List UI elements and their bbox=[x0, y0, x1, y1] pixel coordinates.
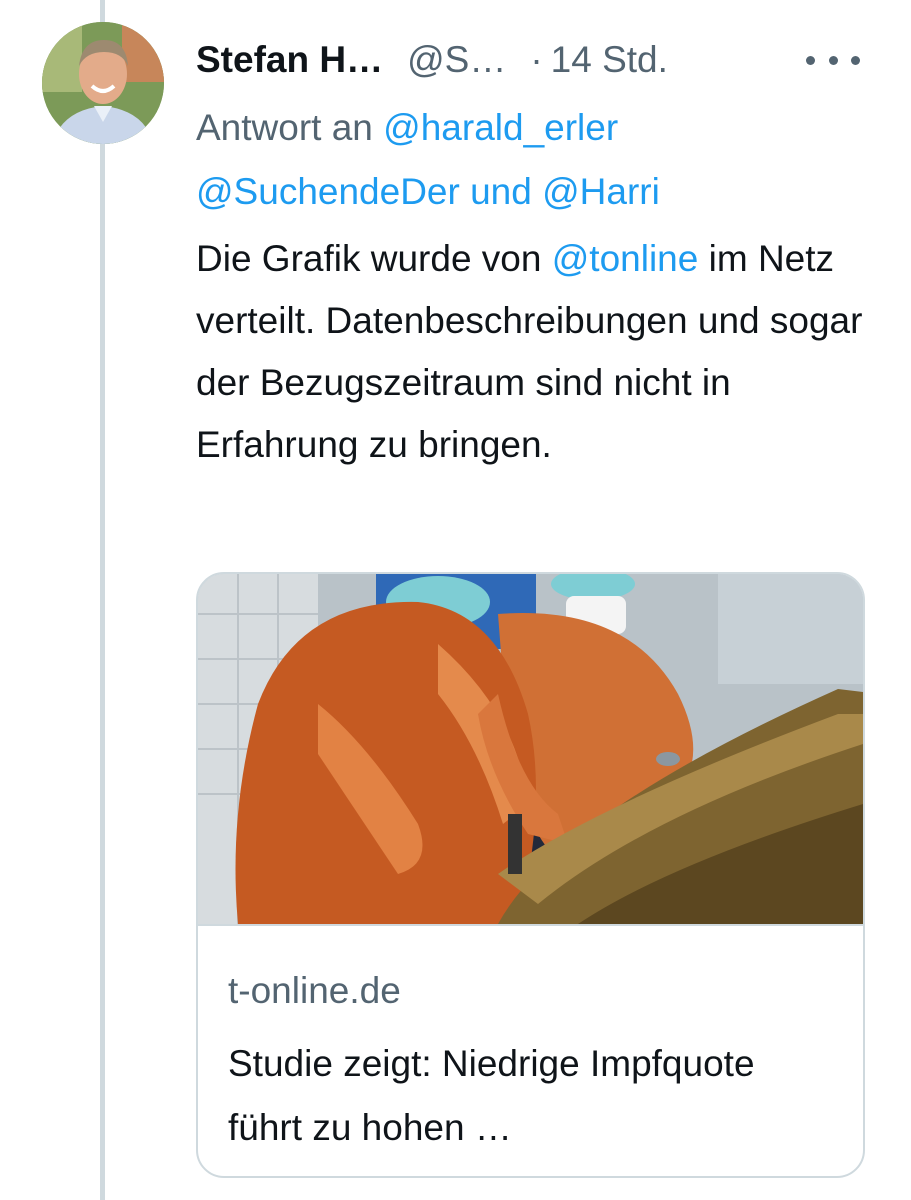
header-separator: · bbox=[530, 39, 543, 80]
more-dot bbox=[806, 55, 815, 65]
tweet-text-part-1: Die Grafik wurde von bbox=[196, 238, 542, 279]
article-photo[interactable] bbox=[198, 574, 863, 924]
avatar[interactable] bbox=[42, 22, 164, 144]
card-title[interactable]: Studie zeigt: Niedrige Impfquote führt z… bbox=[228, 1032, 838, 1160]
author-handle[interactable]: @S… bbox=[407, 39, 506, 81]
reply-prefix: Antwort an bbox=[196, 107, 373, 148]
more-horizontal-icon[interactable] bbox=[806, 48, 860, 72]
tweet-header: Stefan H… @S… · 14 Std. bbox=[196, 30, 876, 90]
card-divider bbox=[198, 924, 863, 926]
reply-mention-suchende[interactable]: @SuchendeDer bbox=[196, 171, 460, 212]
tweet-text: Die Grafik wurde von @tonline im Netz ve… bbox=[196, 228, 886, 476]
article-photo-graphic bbox=[198, 574, 863, 924]
tweet-mention-tonline[interactable]: @tonline bbox=[552, 238, 699, 279]
link-preview-card[interactable]: t-online.de Studie zeigt: Niedrige Impfq… bbox=[196, 572, 865, 1178]
reply-conjunction[interactable]: und bbox=[470, 171, 532, 212]
author-name[interactable]: Stefan H… bbox=[196, 39, 383, 81]
card-domain: t-online.de bbox=[228, 970, 401, 1011]
reply-context: Antwort an @harald_erler @SuchendeDer un… bbox=[196, 96, 886, 224]
avatar-photo bbox=[42, 22, 164, 144]
more-dot bbox=[851, 55, 860, 65]
reply-mention-harri[interactable]: @Harri bbox=[542, 171, 660, 212]
thread-connector-line bbox=[100, 0, 105, 1200]
more-dot bbox=[828, 55, 838, 65]
reply-mention-harald[interactable]: @harald_erler bbox=[383, 107, 618, 148]
tweet-timestamp[interactable]: 14 Std. bbox=[551, 39, 668, 81]
